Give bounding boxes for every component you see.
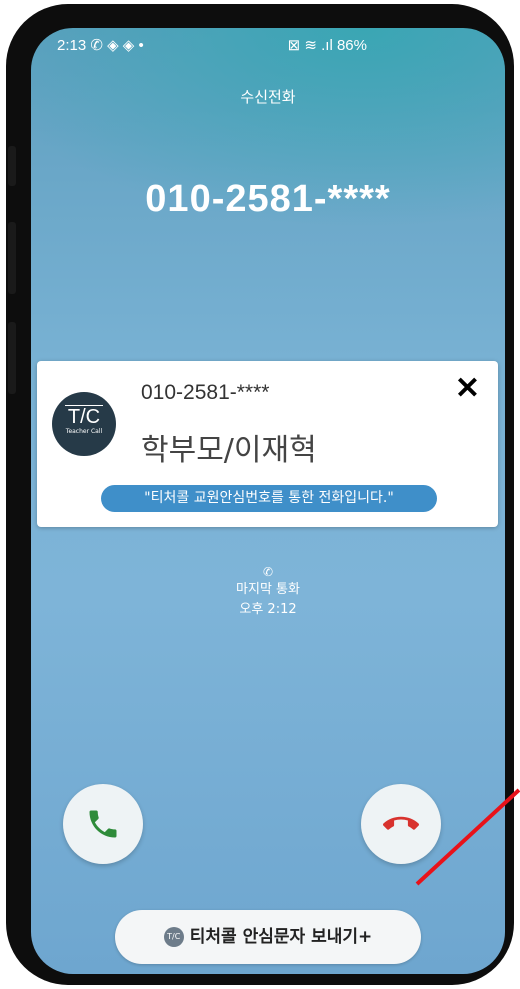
annotation-arrow-line — [415, 788, 520, 886]
